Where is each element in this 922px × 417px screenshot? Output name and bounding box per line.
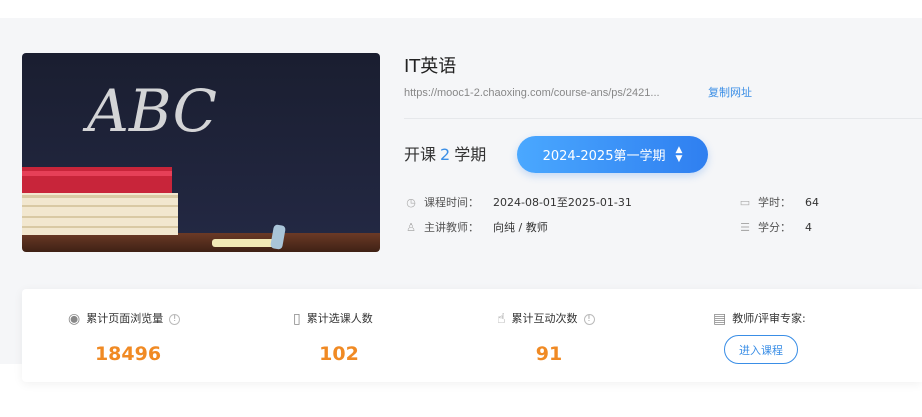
- interact-stat-label: ☝ 累计互动次数 !: [497, 312, 595, 326]
- interact-value: 91: [535, 343, 563, 365]
- sessions-suffix: 学期: [454, 145, 487, 164]
- views-value: 18496: [94, 343, 162, 365]
- enroll-value: 102: [319, 343, 359, 365]
- hours-label: 学时：: [758, 196, 791, 209]
- term-select-value: 2024-2025第一学期: [542, 149, 666, 164]
- course-time-label: 课程时间：: [424, 196, 479, 209]
- book-icon: ▯: [293, 311, 301, 327]
- sessions-count-text: 开课 2 学期: [404, 144, 486, 166]
- hand-pointer-icon: ☝: [497, 311, 506, 327]
- teacher-label: 主讲教师：: [424, 221, 479, 234]
- interact-label: 累计互动次数: [511, 312, 578, 325]
- hours-value: 64: [805, 196, 819, 209]
- reviewer-label: 教师/评审专家:: [732, 312, 806, 325]
- course-time-value: 2024-08-01至2025-01-31: [493, 196, 632, 209]
- enter-course-button[interactable]: 进入课程: [724, 335, 798, 364]
- credits-label: 学分：: [758, 221, 791, 234]
- teacher-row: ♙ 主讲教师： 向纯 / 教师: [404, 221, 548, 235]
- views-label: 累计页面浏览量: [86, 312, 164, 325]
- credits-row: ☰ 学分： 4: [738, 221, 812, 235]
- info-icon[interactable]: !: [583, 313, 595, 325]
- course-title: IT英语: [404, 56, 457, 77]
- course-cover-image: ABC: [22, 53, 380, 252]
- title-divider: [404, 118, 922, 119]
- enroll-label: 累计选课人数: [306, 312, 373, 325]
- clock-icon: ◷: [406, 196, 416, 209]
- course-time-row: ◷ 课程时间： 2024-08-01至2025-01-31: [404, 196, 632, 210]
- copy-url-link[interactable]: 复制网址: [708, 86, 752, 100]
- course-url: https://mooc1-2.chaoxing.com/course-ans/…: [404, 87, 660, 99]
- hours-row: ▭ 学时： 64: [738, 196, 819, 210]
- sessions-count: 2: [440, 145, 451, 164]
- document-user-icon: ▤: [713, 311, 727, 327]
- eye-icon: ◉: [68, 311, 81, 327]
- enroll-stat-label: ▯ 累计选课人数: [293, 312, 373, 326]
- info-icon[interactable]: !: [169, 313, 181, 325]
- sort-arrows-icon: ▲ ▼: [675, 144, 683, 164]
- views-stat-label: ◉ 累计页面浏览量 !: [68, 311, 181, 327]
- person-icon: ♙: [406, 221, 416, 234]
- term-select-dropdown[interactable]: 2024-2025第一学期 ▲ ▼: [517, 136, 708, 173]
- teacher-value: 向纯 / 教师: [493, 221, 548, 234]
- cover-chalk-text: ABC: [82, 77, 217, 145]
- sessions-prefix: 开课: [404, 145, 437, 164]
- stack-icon: ☰: [740, 221, 750, 234]
- reviewer-stat-label: ▤ 教师/评审专家:: [713, 312, 806, 326]
- calendar-icon: ▭: [739, 196, 751, 209]
- credits-value: 4: [805, 221, 812, 234]
- top-header-bar: [0, 0, 922, 18]
